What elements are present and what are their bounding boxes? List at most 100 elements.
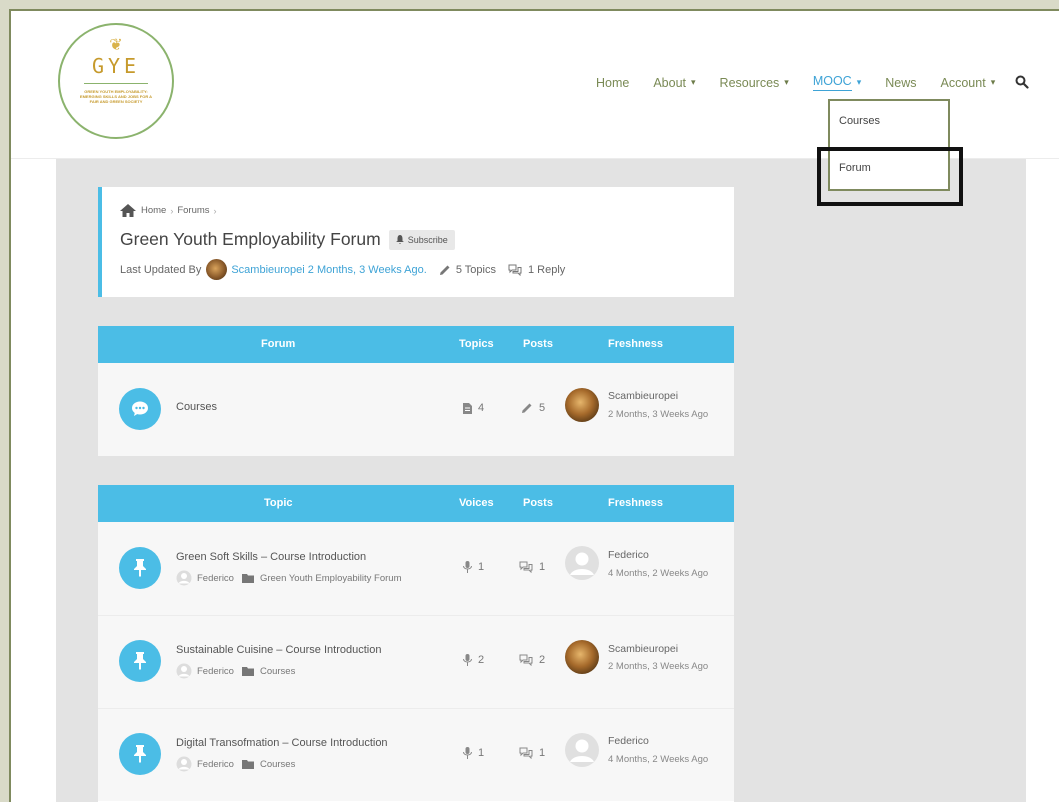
folder-icon xyxy=(241,574,254,583)
logo-title: GYE xyxy=(91,54,141,78)
topics-table: Topic Voices Posts Freshness Green Soft … xyxy=(98,485,734,802)
forum-link[interactable]: Courses xyxy=(176,401,217,413)
column-header-voices: Voices xyxy=(459,497,494,509)
topic-author[interactable]: Federico xyxy=(176,756,234,772)
posts-value: 5 xyxy=(539,402,546,414)
freshness-user[interactable]: Federico xyxy=(608,549,649,561)
nav-label: About xyxy=(653,75,687,90)
voices-value: 1 xyxy=(478,747,485,759)
subscribe-button[interactable]: Subscribe xyxy=(388,229,455,250)
table-header: Forum Topics Posts Freshness xyxy=(98,326,734,363)
user-icon xyxy=(176,570,192,586)
pin-icon xyxy=(119,733,161,775)
topic-author[interactable]: Federico xyxy=(176,663,234,679)
topics-stat: 4 xyxy=(463,402,484,414)
forum-title: Green Youth Employability Forum xyxy=(120,229,381,249)
breadcrumb-forums[interactable]: Forums xyxy=(177,205,209,216)
voices-value: 2 xyxy=(478,654,485,666)
page-title: Green Youth Employability Forum Subscrib… xyxy=(120,229,455,250)
subscribe-label: Subscribe xyxy=(407,234,448,245)
nav-label: Resources xyxy=(719,75,780,90)
posts-stat: 2 xyxy=(519,654,545,666)
avatar[interactable] xyxy=(206,259,228,280)
voices-stat: 1 xyxy=(463,747,484,759)
table-row: Digital Transofmation – Course Introduct… xyxy=(98,708,734,801)
freshness-user[interactable]: Federico xyxy=(608,735,649,747)
table-row: Green Soft Skills – Course Introduction … xyxy=(98,522,734,615)
author-name: Federico xyxy=(197,758,234,770)
nav-item-account[interactable]: Account ▾ xyxy=(941,76,996,90)
voices-stat: 1 xyxy=(463,561,484,573)
posts-value: 1 xyxy=(539,561,546,573)
replies-icon xyxy=(519,747,533,759)
avatar[interactable] xyxy=(565,640,599,674)
freshness-time[interactable]: 2 Months, 3 Weeks Ago xyxy=(608,661,708,672)
column-header-topic: Topic xyxy=(264,497,293,509)
freshness-time[interactable]: 4 Months, 2 Weeks Ago xyxy=(608,568,708,579)
posts-stat: 1 xyxy=(519,561,545,573)
topic-link[interactable]: Sustainable Cuisine – Course Introductio… xyxy=(176,644,381,656)
posts-value: 1 xyxy=(539,747,546,759)
topic-meta: Federico Courses xyxy=(176,756,303,772)
sprout-icon: ❦ xyxy=(109,35,123,54)
breadcrumb-home[interactable]: Home xyxy=(141,205,166,216)
microphone-icon xyxy=(463,654,472,666)
avatar[interactable] xyxy=(565,388,599,422)
column-header-topics: Topics xyxy=(459,338,494,350)
breadcrumb-separator: › xyxy=(213,205,217,216)
topic-meta: Federico Green Youth Employability Forum xyxy=(176,570,410,586)
topic-link[interactable]: Green Soft Skills – Course Introduction xyxy=(176,551,366,563)
breadcrumb: Home › Forums › xyxy=(120,204,221,217)
topics-value: 4 xyxy=(478,402,485,414)
pencil-icon xyxy=(439,265,450,275)
posts-stat: 1 xyxy=(519,747,545,759)
nav-item-mooc[interactable]: MOOC ▾ xyxy=(812,74,862,91)
document-icon xyxy=(463,402,472,414)
topic-meta: Federico Courses xyxy=(176,663,303,679)
search-icon[interactable] xyxy=(1015,75,1029,89)
topic-forum[interactable]: Green Youth Employability Forum xyxy=(241,573,402,584)
chevron-down-icon: ▾ xyxy=(856,77,862,88)
nav-item-home[interactable]: Home xyxy=(596,76,629,90)
posts-value: 2 xyxy=(539,654,546,666)
column-header-freshness: Freshness xyxy=(608,338,664,350)
author-name: Federico xyxy=(197,665,234,677)
freshness-user[interactable]: Scambieuropei xyxy=(608,390,678,402)
chevron-down-icon: ▾ xyxy=(990,77,996,88)
last-updated-link[interactable]: Scambieuropei 2 Months, 3 Weeks Ago. xyxy=(231,264,426,276)
home-icon[interactable] xyxy=(120,204,136,217)
avatar[interactable] xyxy=(565,546,599,580)
breadcrumb-separator: › xyxy=(170,205,174,216)
nav-label: Home xyxy=(596,75,630,90)
topic-author[interactable]: Federico xyxy=(176,570,234,586)
logo-divider xyxy=(84,83,148,84)
nav-label: Account xyxy=(940,75,986,90)
nav-item-news[interactable]: News xyxy=(885,76,916,90)
topic-forum[interactable]: Courses xyxy=(241,758,296,770)
dropdown-item-courses[interactable]: Courses xyxy=(839,115,880,127)
nav-item-resources[interactable]: Resources ▾ xyxy=(720,76,789,90)
nav-item-about[interactable]: About ▾ xyxy=(653,76,695,90)
voices-value: 1 xyxy=(478,561,485,573)
column-header-forum: Forum xyxy=(261,338,296,350)
forum-name: Courses xyxy=(259,758,296,770)
folder-icon xyxy=(241,667,254,676)
column-header-freshness: Freshness xyxy=(608,497,664,509)
forums-table: Forum Topics Posts Freshness Courses 4 5… xyxy=(98,326,734,456)
replies-icon xyxy=(508,264,522,276)
pin-icon xyxy=(119,547,161,589)
table-header: Topic Voices Posts Freshness xyxy=(98,485,734,522)
freshness-time[interactable]: 2 Months, 3 Weeks Ago xyxy=(608,409,708,420)
posts-stat: 5 xyxy=(521,402,545,414)
freshness-user[interactable]: Scambieuropei xyxy=(608,643,678,655)
microphone-icon xyxy=(463,561,472,573)
site-logo[interactable]: ❦ GYE GREEN YOUTH EMPLOYABILITY: EMERGIN… xyxy=(58,23,174,139)
forum-header-card: Home › Forums › Green Youth Employabilit… xyxy=(98,187,734,297)
topic-link[interactable]: Digital Transofmation – Course Introduct… xyxy=(176,737,388,749)
replies-icon xyxy=(519,654,533,666)
replies-count: 1 Reply xyxy=(527,263,566,276)
forum-bubble-icon xyxy=(119,388,161,430)
avatar[interactable] xyxy=(565,733,599,767)
freshness-time[interactable]: 4 Months, 2 Weeks Ago xyxy=(608,754,708,765)
topic-forum[interactable]: Courses xyxy=(241,666,295,677)
